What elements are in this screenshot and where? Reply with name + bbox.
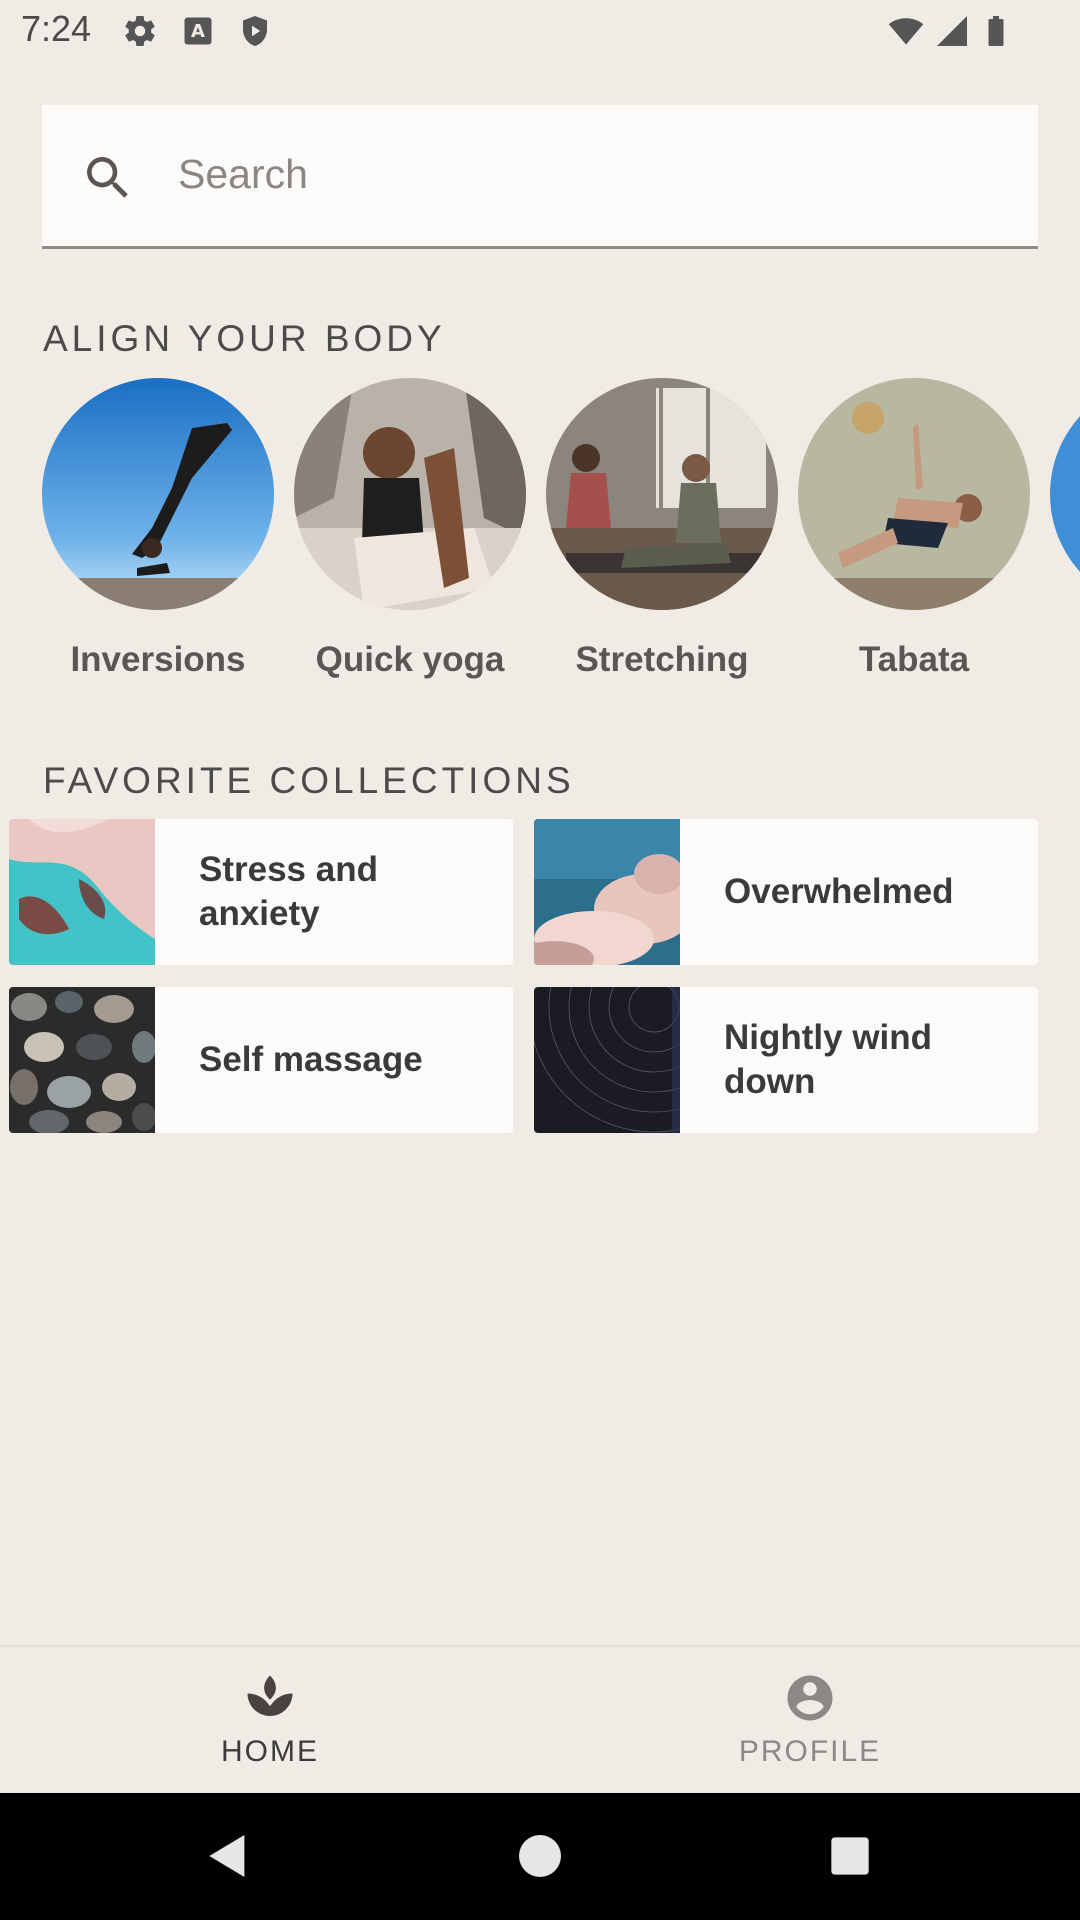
quick-yoga-image bbox=[294, 378, 526, 610]
search-box[interactable] bbox=[42, 105, 1038, 249]
gear-icon bbox=[125, 16, 155, 47]
category-label: Quick yoga bbox=[315, 640, 505, 679]
collection-overwhelmed[interactable]: Overwhelmed bbox=[534, 819, 1038, 965]
system-nav-bar bbox=[0, 1793, 1080, 1920]
nav-profile[interactable]: PROFILE bbox=[540, 1647, 1080, 1795]
collection-title: Overwhelmed bbox=[724, 872, 954, 911]
category-label: Inversions bbox=[70, 640, 246, 679]
battery-icon bbox=[988, 16, 1004, 46]
wifi-icon bbox=[888, 18, 924, 45]
category-stretching[interactable]: Stretching bbox=[546, 378, 778, 680]
category-partial[interactable] bbox=[1050, 378, 1080, 610]
collection-nightly-wind-down[interactable]: Nightly wind down bbox=[534, 987, 1038, 1133]
spa-icon bbox=[247, 1675, 293, 1716]
category-quick-yoga[interactable]: Quick yoga bbox=[294, 378, 526, 680]
section-title-collections: FAVORITE COLLECTIONS bbox=[43, 760, 575, 801]
collection-self-massage[interactable]: Self massage bbox=[9, 987, 513, 1133]
status-bar: 7:24 A bbox=[0, 0, 1080, 62]
collection-title: Self massage bbox=[199, 1040, 423, 1079]
category-label: Stretching bbox=[575, 640, 749, 679]
category-label: Tabata bbox=[858, 640, 970, 679]
account-circle-icon bbox=[787, 1675, 833, 1721]
search-input[interactable] bbox=[178, 139, 978, 209]
nav-profile-label: PROFILE bbox=[738, 1735, 882, 1768]
tabata-image bbox=[798, 378, 1030, 610]
partial-category-image bbox=[1050, 378, 1080, 610]
search-icon bbox=[87, 157, 128, 198]
back-icon[interactable] bbox=[200, 1828, 256, 1884]
inversions-image bbox=[42, 378, 274, 610]
collection-title: Nightly wind down bbox=[724, 1018, 933, 1101]
category-tabata[interactable]: Tabata bbox=[798, 378, 1030, 680]
stress-thumbnail bbox=[9, 819, 155, 965]
bottom-nav: HOME PROFILE bbox=[0, 1645, 1080, 1793]
collection-title: Stress and anxiety bbox=[199, 850, 378, 933]
recents-icon[interactable] bbox=[822, 1828, 878, 1884]
home-circle-icon[interactable] bbox=[512, 1828, 568, 1884]
keyboard-a-icon: A bbox=[184, 17, 212, 45]
status-time: 7:24 bbox=[21, 8, 92, 49]
collection-stress-and-anxiety[interactable]: Stress and anxiety bbox=[9, 819, 513, 965]
cell-signal-icon bbox=[937, 16, 967, 46]
svg-text:A: A bbox=[191, 21, 205, 42]
nav-home-label: HOME bbox=[221, 1735, 319, 1768]
stretching-image bbox=[546, 378, 778, 610]
overwhelmed-thumbnail bbox=[534, 819, 680, 965]
category-inversions[interactable]: Inversions bbox=[42, 378, 274, 680]
shield-play-icon bbox=[243, 16, 267, 46]
nightly-wind-down-thumbnail bbox=[534, 987, 680, 1133]
nav-home[interactable]: HOME bbox=[0, 1647, 540, 1795]
self-massage-thumbnail bbox=[9, 987, 155, 1133]
section-title-align: ALIGN YOUR BODY bbox=[43, 318, 446, 359]
